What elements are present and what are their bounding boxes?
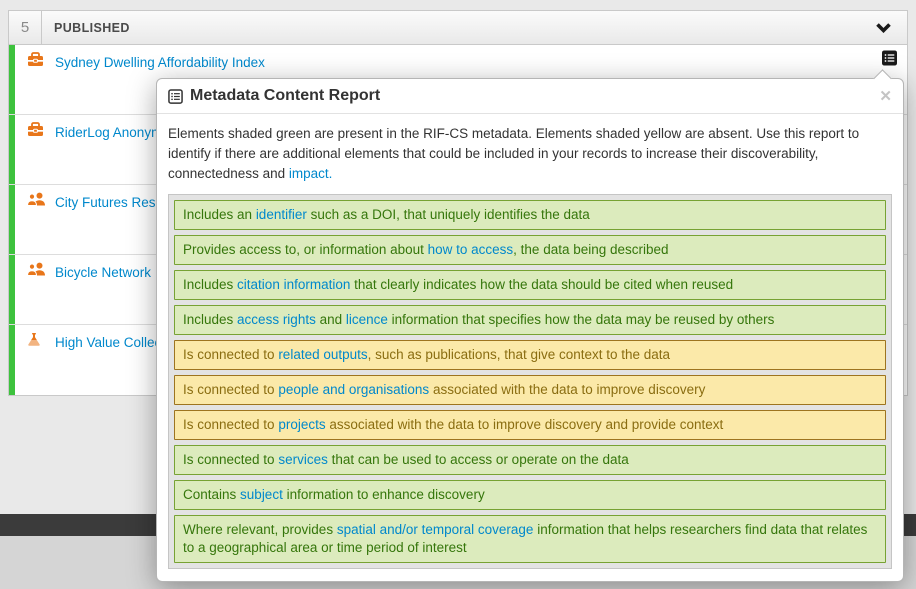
- inline-link[interactable]: access rights: [237, 312, 316, 327]
- report-row-absent: Is connected to related outputs, such as…: [174, 340, 886, 370]
- published-status-bar: [9, 255, 15, 324]
- record-title-link[interactable]: High Value Collect: [55, 335, 165, 350]
- report-row-absent: Is connected to projects associated with…: [174, 410, 886, 440]
- record-title-link[interactable]: Bicycle Network: [55, 265, 151, 280]
- published-status-bar: [9, 185, 15, 254]
- report-row-present: Includes citation information that clear…: [174, 270, 886, 300]
- published-status-bar: [9, 115, 15, 184]
- modal-body: Elements shaded green are present in the…: [157, 114, 903, 569]
- inline-link[interactable]: citation information: [237, 277, 350, 292]
- inline-link[interactable]: impact.: [289, 166, 333, 181]
- report-row-absent: Is connected to people and organisations…: [174, 375, 886, 405]
- inline-link[interactable]: licence: [346, 312, 388, 327]
- published-status-bar: [9, 45, 15, 114]
- metadata-report-modal: Metadata Content Report ✕ Elements shade…: [156, 78, 904, 582]
- record-count: 5: [9, 11, 42, 44]
- chevron-down-icon[interactable]: [859, 11, 907, 44]
- report-row-present: Is connected to services that can be use…: [174, 445, 886, 475]
- report-rows: Includes an identifier such as a DOI, th…: [168, 194, 892, 569]
- metadata-report-icon[interactable]: [881, 50, 898, 66]
- record-title-link[interactable]: RiderLog Anonym: [55, 125, 162, 140]
- panel-title: PUBLISHED: [42, 11, 859, 44]
- report-row-present: Includes access rights and licence infor…: [174, 305, 886, 335]
- report-list-icon: [168, 89, 183, 104]
- inline-link[interactable]: identifier: [256, 207, 307, 222]
- inline-link[interactable]: related outputs: [278, 347, 367, 362]
- inline-link[interactable]: projects: [278, 417, 325, 432]
- inline-link[interactable]: subject: [240, 487, 283, 502]
- inline-link[interactable]: how to access: [428, 242, 514, 257]
- published-status-bar: [9, 325, 15, 395]
- record-title-link[interactable]: Sydney Dwelling Affordability Index: [55, 55, 265, 70]
- report-row-present: Provides access to, or information about…: [174, 235, 886, 265]
- close-icon[interactable]: ✕: [879, 89, 892, 104]
- modal-title: Metadata Content Report: [190, 87, 380, 105]
- activity-icon: [27, 332, 41, 346]
- report-row-present: Contains subject information to enhance …: [174, 480, 886, 510]
- report-description: Elements shaded green are present in the…: [168, 124, 892, 184]
- panel-header[interactable]: 5 PUBLISHED: [9, 11, 907, 45]
- inline-link[interactable]: spatial and/or temporal coverage: [337, 522, 534, 537]
- report-row-present: Includes an identifier such as a DOI, th…: [174, 200, 886, 230]
- inline-link[interactable]: services: [278, 452, 328, 467]
- collection-icon: [27, 122, 44, 137]
- modal-header: Metadata Content Report ✕: [157, 79, 903, 114]
- party-group-icon: [27, 192, 46, 206]
- collection-icon: [27, 52, 44, 67]
- inline-link[interactable]: people and organisations: [278, 382, 429, 397]
- report-row-present: Where relevant, provides spatial and/or …: [174, 515, 886, 563]
- party-group-icon: [27, 262, 46, 276]
- record-title-link[interactable]: City Futures Rese: [55, 195, 163, 210]
